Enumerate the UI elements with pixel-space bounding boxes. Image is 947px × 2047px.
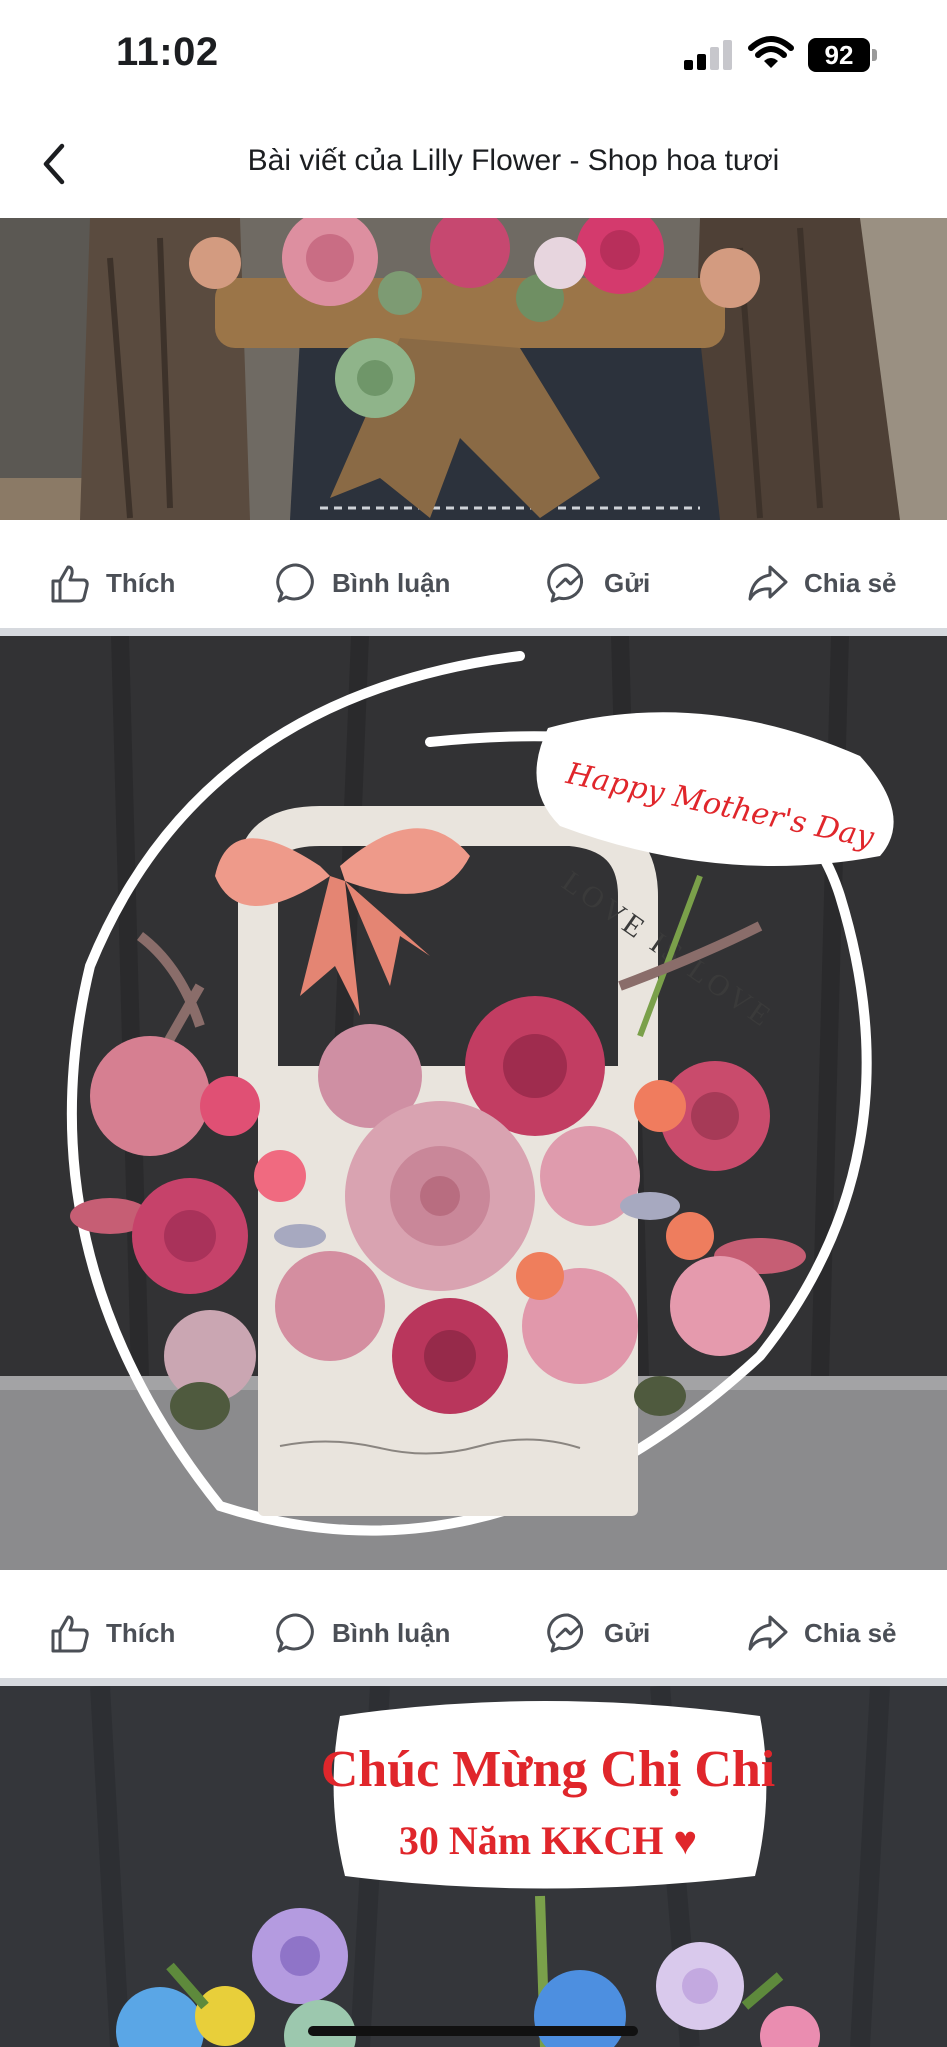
action-bar-2: Thích Bình luận Gửi Chia sẻ: [0, 1580, 947, 1686]
battery-level: 92: [808, 38, 870, 72]
send-button[interactable]: Gửi: [546, 1580, 650, 1686]
action-bar-1: Thích Bình luận Gửi Chia sẻ: [0, 530, 947, 636]
share-label: Chia sẻ: [804, 1617, 897, 1648]
post-photo-3[interactable]: Chúc Mừng Chị Chi 30 Năm KKCH ♥: [0, 1686, 947, 2047]
like-icon: [51, 565, 89, 603]
comment-icon: [276, 563, 314, 603]
like-button[interactable]: Thích: [48, 530, 175, 636]
status-bar: 11:02 92: [0, 0, 947, 110]
sign-line-2: 30 Năm KKCH ♥: [399, 1818, 697, 1863]
comment-icon: [276, 1613, 314, 1653]
like-label: Thích: [106, 567, 176, 598]
share-label: Chia sẻ: [804, 567, 897, 598]
comment-button[interactable]: Bình luận: [274, 530, 450, 636]
back-button[interactable]: [30, 136, 80, 192]
share-button[interactable]: Chia sẻ: [746, 530, 897, 636]
battery-icon: 92: [808, 38, 878, 72]
comment-button[interactable]: Bình luận: [274, 1580, 450, 1686]
home-indicator: [308, 2026, 638, 2036]
back-chevron-icon: [43, 143, 65, 185]
post-photo-1[interactable]: [0, 218, 947, 520]
like-label: Thích: [106, 1617, 176, 1648]
comment-label: Bình luận: [332, 567, 451, 598]
messenger-icon: [547, 563, 584, 603]
photo-1-image: [0, 218, 947, 520]
messenger-icon: [547, 1613, 584, 1653]
send-label: Gửi: [604, 567, 651, 598]
comment-label: Bình luận: [332, 1617, 451, 1648]
post-separator: [0, 628, 947, 636]
share-icon: [748, 1615, 788, 1651]
page-title: Bài viết của Lilly Flower - Shop hoa tươ…: [247, 144, 780, 177]
send-button[interactable]: Gửi: [546, 530, 650, 636]
share-button[interactable]: Chia sẻ: [746, 1580, 897, 1686]
post-header: Bài viết của Lilly Flower - Shop hoa tươ…: [0, 110, 947, 218]
like-icon: [51, 1615, 89, 1653]
like-button[interactable]: Thích: [48, 1580, 175, 1686]
sign-line-1: Chúc Mừng Chị Chi: [321, 1741, 776, 1798]
post-separator: [0, 1678, 947, 1686]
photo-3-image: Chúc Mừng Chị Chi 30 Năm KKCH ♥: [0, 1686, 947, 2047]
status-time: 11:02: [116, 30, 219, 74]
photo-2-image: LOVE IS LOVE Happy Mother's Day: [0, 636, 947, 1570]
signal-icon: [684, 40, 734, 70]
post-photo-2[interactable]: LOVE IS LOVE Happy Mother's Day: [0, 636, 947, 1570]
share-icon: [748, 565, 788, 601]
send-label: Gửi: [604, 1617, 651, 1648]
wifi-icon: [748, 36, 794, 68]
